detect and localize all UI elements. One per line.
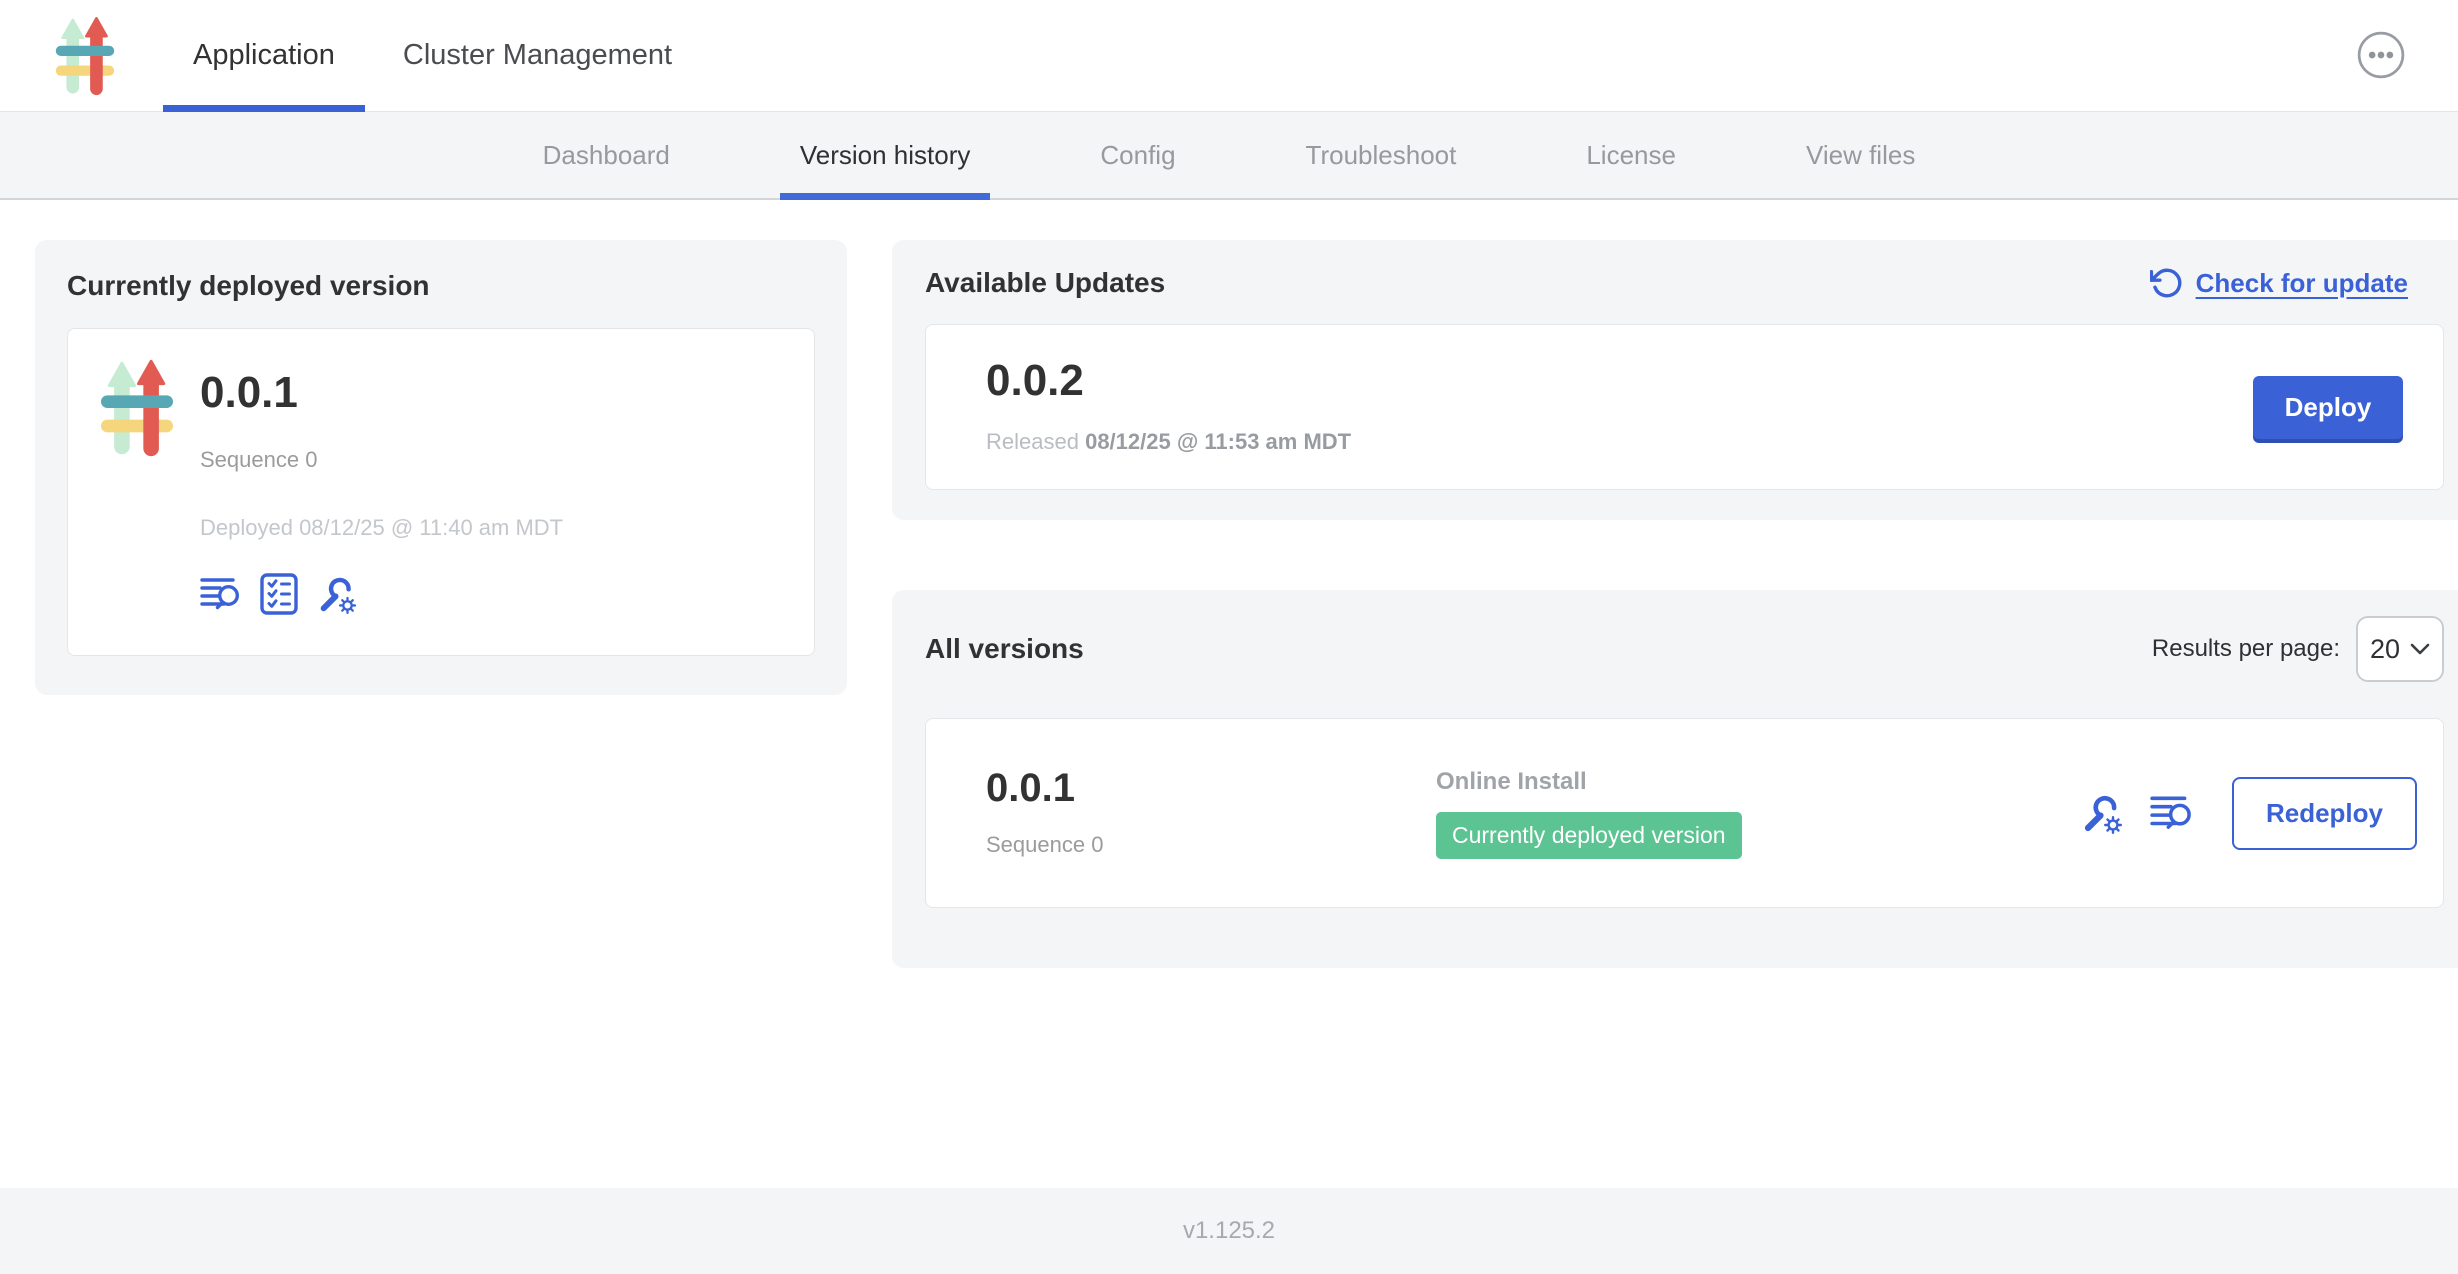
preflight-checks-icon[interactable] <box>260 573 298 615</box>
deployed-actions <box>200 573 563 615</box>
main-content: Currently deployed version 0.0 <box>0 200 2458 1188</box>
deployed-version-info: 0.0.1 Sequence 0 Deployed 08/12/25 @ 11:… <box>200 359 563 655</box>
top-navbar: Application Cluster Management <box>0 0 2458 112</box>
view-logs-icon[interactable] <box>2150 793 2194 833</box>
update-released-line: Released 08/12/25 @ 11:53 am MDT <box>986 429 1351 455</box>
subnav-tab-version-history[interactable]: Version history <box>780 112 991 198</box>
deployed-sequence: Sequence 0 <box>200 447 563 473</box>
subnav-tab-troubleshoot[interactable]: Troubleshoot <box>1286 112 1477 198</box>
all-versions-panel: All versions Results per page: 20 <box>892 590 2458 968</box>
deployed-timestamp: Deployed 08/12/25 @ 11:40 am MDT <box>200 515 563 541</box>
check-for-update-link[interactable]: Check for update <box>2150 266 2408 300</box>
tab-application[interactable]: Application <box>163 0 365 111</box>
results-per-page-value: 20 <box>2370 634 2400 665</box>
subnav-tab-license-label: License <box>1586 140 1676 171</box>
row-version-label: 0.0.1 <box>986 768 1436 808</box>
edit-config-icon[interactable] <box>2080 791 2124 835</box>
currently-deployed-title: Currently deployed version <box>67 270 815 302</box>
subnav-tab-troubleshoot-label: Troubleshoot <box>1306 140 1457 171</box>
check-for-update-label: Check for update <box>2196 268 2408 299</box>
footer: v1.125.2 <box>0 1188 2458 1274</box>
update-version-label: 0.0.2 <box>986 359 1351 403</box>
app-logo-icon <box>100 359 174 655</box>
refresh-icon <box>2150 266 2184 300</box>
results-per-page-label: Results per page: <box>2152 635 2340 663</box>
currently-deployed-panel: Currently deployed version 0.0 <box>35 240 847 695</box>
app-subnav: Dashboard Version history Config Trouble… <box>0 112 2458 200</box>
available-updates-panel: Available Updates Check for update 0.0.2 <box>892 240 2458 520</box>
navbar-tabs: Application Cluster Management <box>163 0 702 111</box>
right-column: Available Updates Check for update 0.0.2 <box>892 240 2458 968</box>
chevron-down-icon <box>2410 643 2430 655</box>
redeploy-button[interactable]: Redeploy <box>2232 777 2417 850</box>
currently-deployed-badge: Currently deployed version <box>1436 812 1742 859</box>
deployed-version-label: 0.0.1 <box>200 371 563 415</box>
available-update-card: 0.0.2 Released 08/12/25 @ 11:53 am MDT D… <box>925 324 2444 490</box>
update-info: 0.0.2 Released 08/12/25 @ 11:53 am MDT <box>986 359 1351 455</box>
app-logo-icon <box>55 16 115 96</box>
edit-config-icon[interactable] <box>316 573 358 615</box>
console-version: v1.125.2 <box>1183 1217 1275 1245</box>
subnav-tab-config-label: Config <box>1100 140 1175 171</box>
results-per-page: Results per page: 20 <box>2152 616 2444 682</box>
version-row: 0.0.1 Sequence 0 Online Install Currentl… <box>925 718 2444 908</box>
subnav-tab-version-history-label: Version history <box>800 140 971 171</box>
install-type-label: Online Install <box>1436 768 2080 796</box>
ellipsis-icon <box>2356 30 2406 80</box>
subnav-tab-dashboard[interactable]: Dashboard <box>523 112 690 198</box>
subnav-tab-dashboard-label: Dashboard <box>543 140 670 171</box>
currently-deployed-card: 0.0.1 Sequence 0 Deployed 08/12/25 @ 11:… <box>67 328 815 656</box>
deploy-button[interactable]: Deploy <box>2253 376 2403 439</box>
version-row-status: Online Install Currently deployed versio… <box>1436 768 2080 859</box>
subnav-tab-license[interactable]: License <box>1566 112 1696 198</box>
tab-application-label: Application <box>193 39 335 72</box>
subnav-tab-config[interactable]: Config <box>1080 112 1195 198</box>
tab-cluster-management[interactable]: Cluster Management <box>373 0 702 111</box>
released-prefix: Released <box>986 429 1079 454</box>
version-row-actions: Redeploy <box>2080 777 2417 850</box>
results-per-page-select[interactable]: 20 <box>2356 616 2444 682</box>
version-row-info: 0.0.1 Sequence 0 <box>986 768 1436 858</box>
more-menu-button[interactable] <box>2356 30 2406 80</box>
view-logs-icon[interactable] <box>200 575 242 613</box>
row-sequence: Sequence 0 <box>986 832 1436 858</box>
released-timestamp: 08/12/25 @ 11:53 am MDT <box>1085 429 1351 454</box>
subnav-tab-view-files[interactable]: View files <box>1786 112 1935 198</box>
subnav-tab-view-files-label: View files <box>1806 140 1915 171</box>
tab-cluster-management-label: Cluster Management <box>403 39 672 72</box>
available-updates-title: Available Updates <box>925 267 1165 299</box>
all-versions-title: All versions <box>925 633 1084 665</box>
